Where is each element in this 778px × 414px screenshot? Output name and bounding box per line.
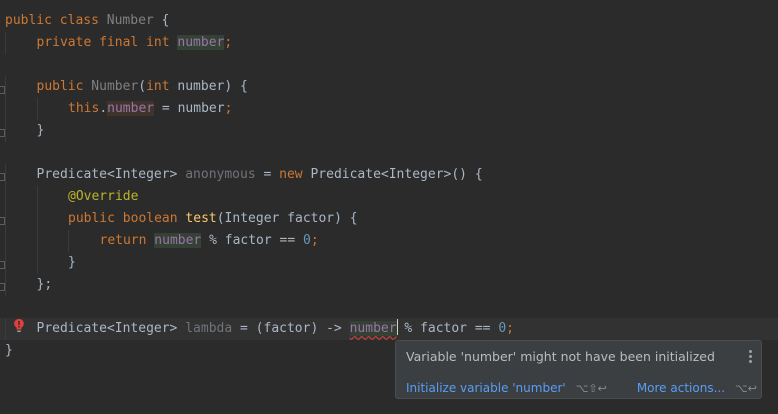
parameter: number: [169, 79, 225, 94]
fold-marker-icon[interactable]: [0, 86, 5, 94]
code-line-12: }: [5, 252, 76, 274]
fold-marker-icon[interactable]: [0, 129, 5, 137]
code-line-16: }: [5, 340, 13, 362]
parameters: (Integer factor) {: [216, 211, 358, 226]
punctuation: ) {: [224, 79, 248, 94]
keyword: public: [5, 13, 52, 28]
field-identifier-error[interactable]: number: [349, 321, 397, 336]
keyword: private: [36, 35, 92, 50]
initialize-variable-link[interactable]: Initialize variable 'number': [406, 381, 566, 395]
error-tooltip-popup: Variable 'number' might not have been in…: [395, 340, 762, 399]
fold-marker-icon[interactable]: [0, 283, 5, 291]
fold-marker-icon[interactable]: [0, 261, 5, 269]
keyword: final: [99, 35, 139, 50]
code-line-1: public class Number {: [5, 10, 169, 32]
shortcut-hint: ⌥↩: [735, 382, 757, 395]
keyword: public: [68, 211, 115, 226]
operator: = (factor) ->: [232, 321, 350, 336]
punctuation: ;: [224, 35, 233, 50]
field-identifier[interactable]: number: [107, 101, 155, 116]
operator: =: [255, 167, 280, 182]
punctuation: ;: [506, 321, 514, 336]
number-literal: 0: [498, 321, 507, 336]
code-line-9: @Override: [5, 186, 138, 208]
more-options-icon[interactable]: [749, 350, 753, 364]
code-line-8: Predicate<Integer> anonymous = new Predi…: [5, 164, 483, 186]
constructor-name: Number: [91, 79, 139, 94]
fold-marker-icon[interactable]: [0, 173, 5, 181]
code-line-11: return number % factor == 0;: [5, 230, 319, 252]
annotation: @Override: [68, 189, 139, 204]
code-editor[interactable]: public class Number { private final int …: [0, 0, 778, 414]
code-line-6: }: [5, 120, 44, 142]
field-identifier[interactable]: number: [177, 35, 225, 50]
fold-marker-icon[interactable]: [0, 217, 5, 225]
expression: % factor ==: [201, 233, 304, 248]
punctuation: ;: [310, 233, 319, 248]
keyword: int: [146, 79, 170, 94]
punctuation: .: [99, 101, 108, 116]
keyword: boolean: [122, 211, 178, 226]
punctuation: };: [36, 277, 53, 292]
punctuation: }: [36, 123, 45, 138]
unused-variable: anonymous: [185, 167, 256, 182]
code-line-2: private final int number;: [5, 32, 232, 54]
punctuation: (: [138, 79, 147, 94]
keyword: class: [59, 13, 99, 28]
class-name: Number: [106, 13, 154, 28]
field-identifier[interactable]: number: [154, 233, 202, 248]
more-actions-link[interactable]: More actions...: [637, 381, 725, 395]
code-line-5: this.number = number;: [5, 98, 232, 120]
shortcut-hint: ⌥⇧↩: [575, 382, 607, 395]
code-line-15-current: Predicate<Integer> lambda = (factor) -> …: [0, 318, 778, 340]
keyword: new: [279, 167, 303, 182]
code-line-10: public boolean test(Integer factor) {: [5, 208, 358, 230]
punctuation: }: [68, 255, 76, 270]
keyword: return: [99, 233, 147, 248]
unused-variable: lambda: [185, 321, 233, 336]
number-literal: 0: [303, 233, 311, 248]
punctuation: }: [5, 343, 13, 358]
code-line-4: public Number(int number) {: [5, 76, 248, 98]
expression: % factor ==: [396, 321, 499, 336]
code-line-13: };: [5, 274, 52, 296]
type-name: Predicate<Integer>: [36, 167, 186, 182]
punctuation: {: [153, 13, 170, 28]
assignment: = number: [154, 101, 225, 116]
error-bulb-icon[interactable]: [13, 318, 25, 334]
keyword: this: [68, 101, 100, 116]
method-name: test: [185, 211, 217, 226]
type-name: Predicate<Integer>: [36, 321, 186, 336]
popup-actions: Initialize variable 'number' ⌥⇧↩ More acti…: [406, 381, 757, 395]
keyword: public: [36, 79, 84, 94]
punctuation: ;: [224, 101, 233, 116]
keyword: int: [146, 35, 170, 50]
type-name: Predicate<Integer>() {: [302, 167, 483, 182]
error-message: Variable 'number' might not have been in…: [406, 349, 715, 364]
